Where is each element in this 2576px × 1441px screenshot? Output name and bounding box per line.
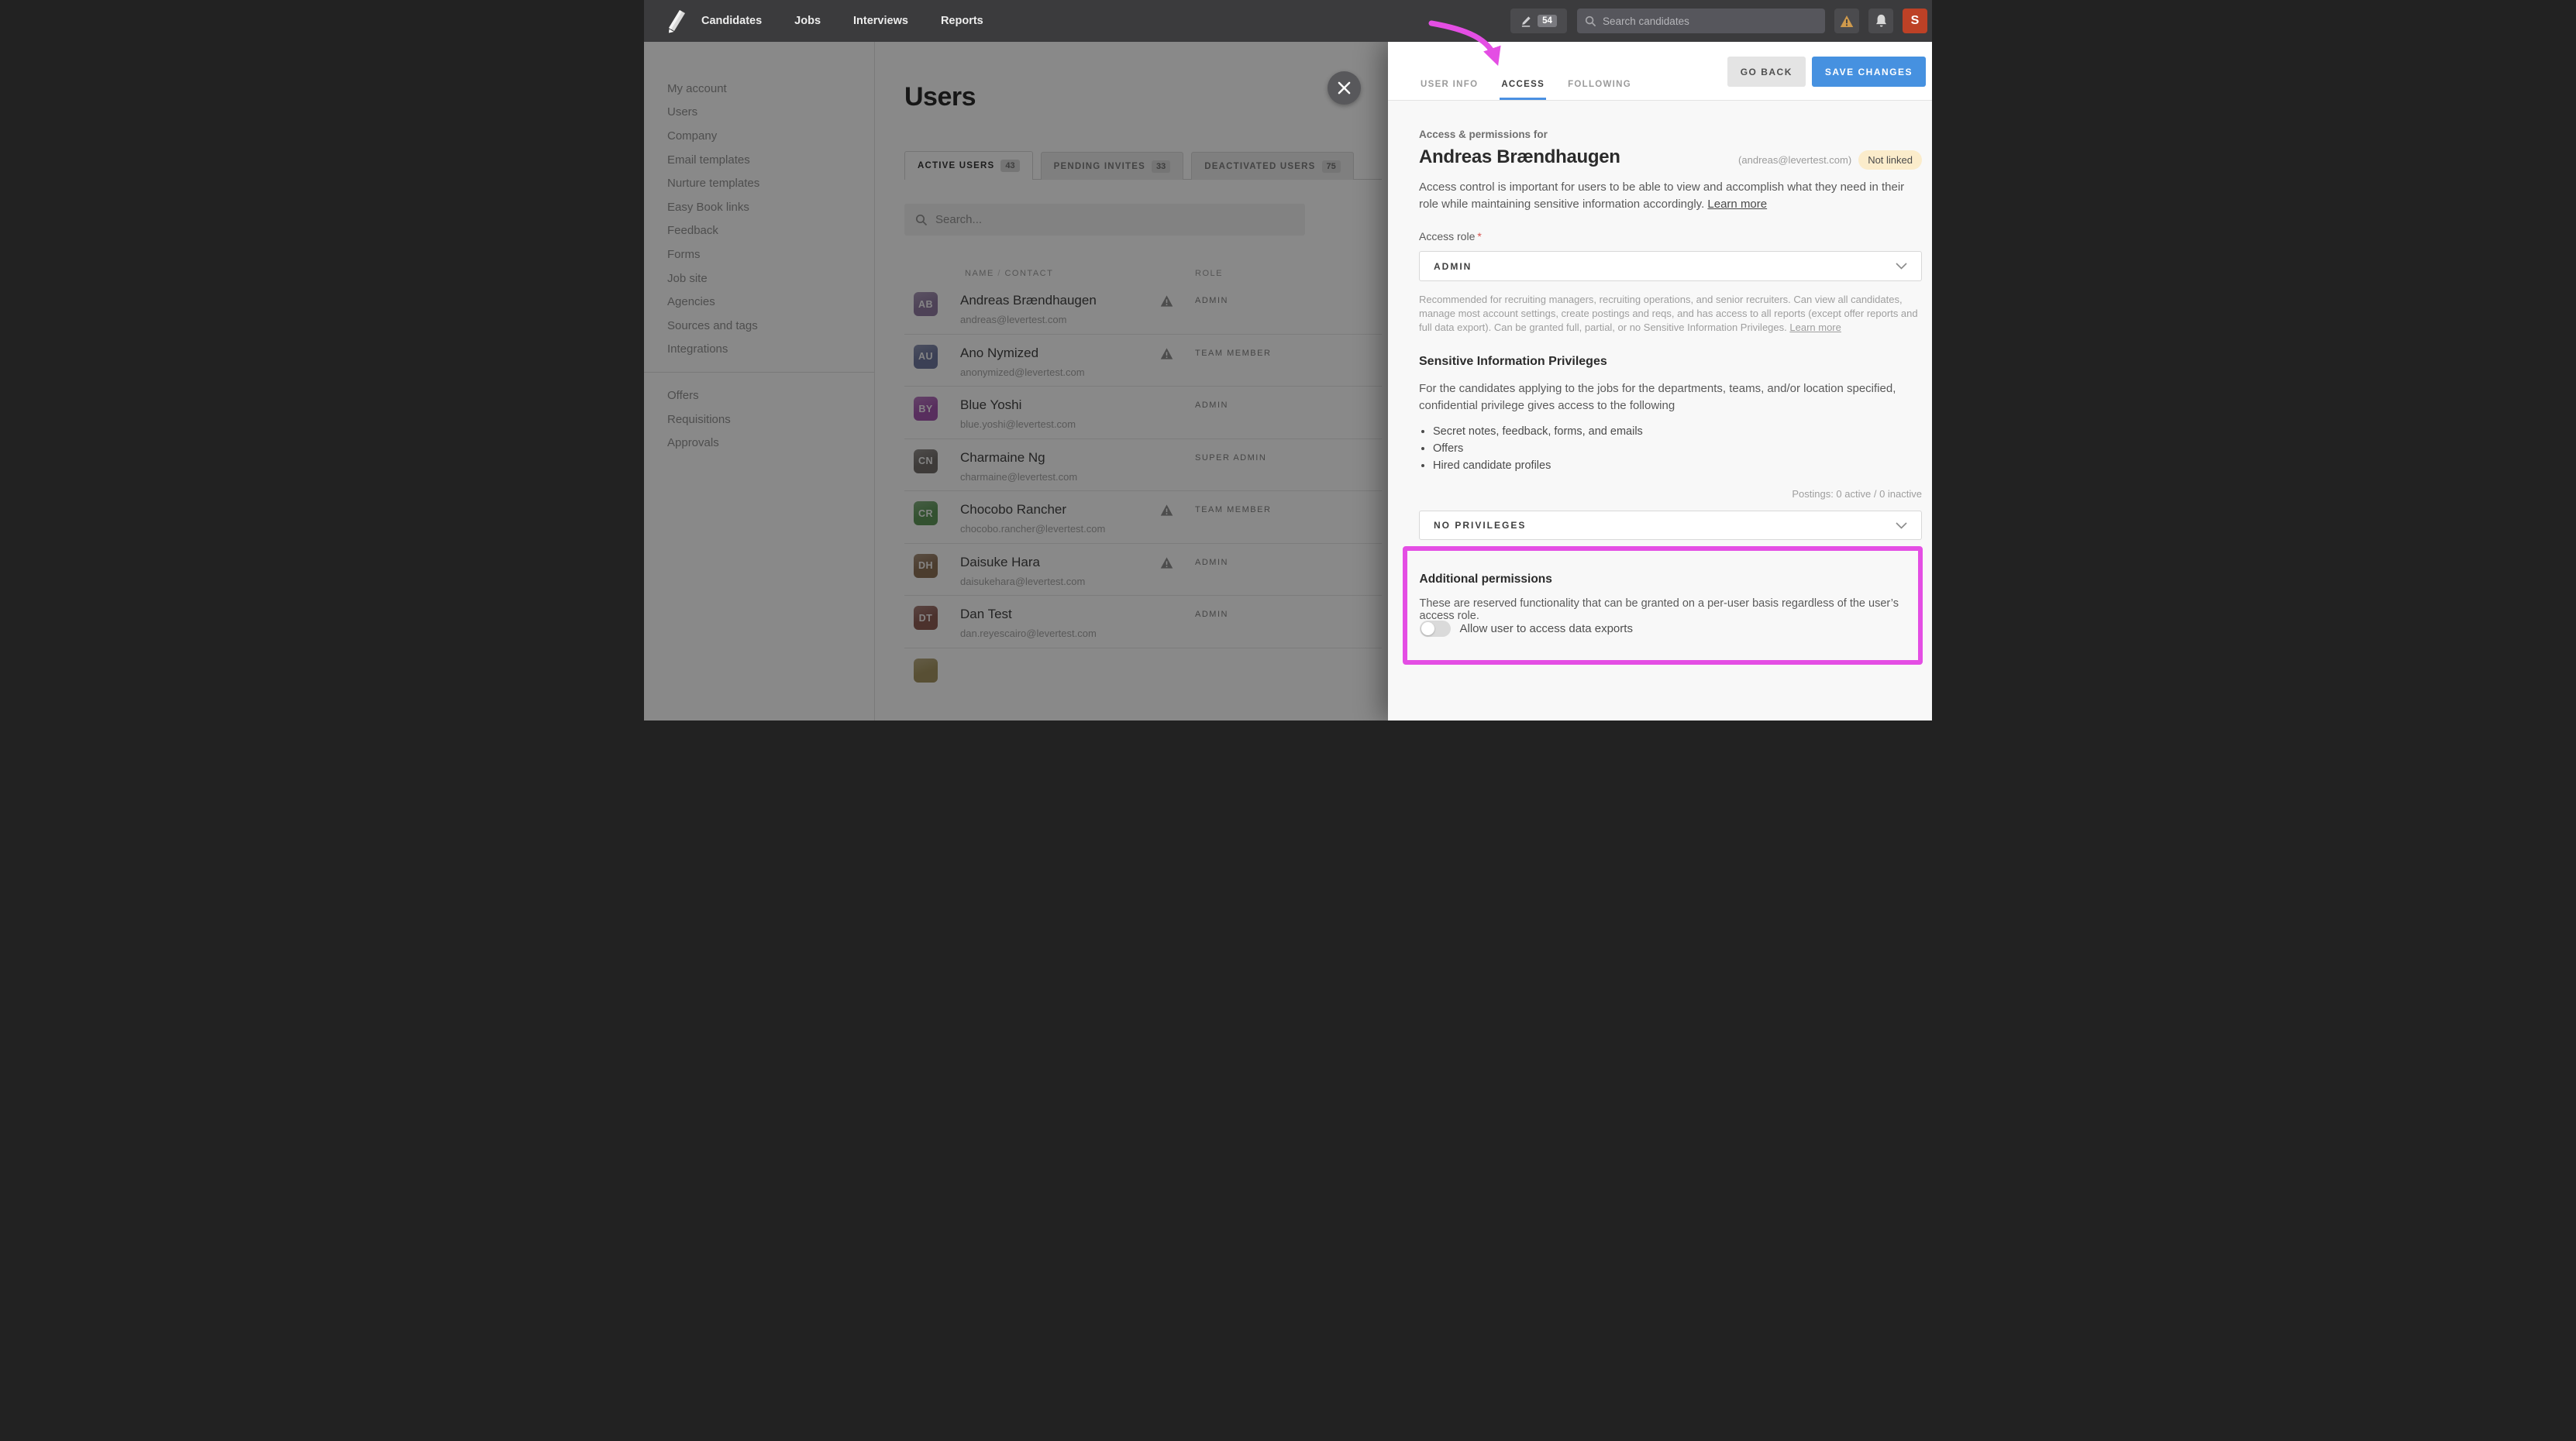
bell-icon [1875,14,1888,28]
alerts-button[interactable] [1834,9,1859,33]
nav-item-interviews[interactable]: Interviews [853,15,908,27]
toggle-label: Allow user to access data exports [1460,622,1633,635]
panel-tabs: USER INFO ACCESS FOLLOWING [1419,80,1633,100]
privileges-value: NO PRIVILEGES [1434,520,1526,531]
sensitive-info-description: For the candidates applying to the jobs … [1419,380,1923,414]
tab-user-info[interactable]: USER INFO [1419,80,1479,100]
postings-note: Postings: 0 active / 0 inactive [1792,488,1922,500]
search-placeholder: Search candidates [1603,15,1689,27]
warning-triangle-icon [1840,15,1854,28]
access-permissions-panel: USER INFO ACCESS FOLLOWING GO BACK SAVE … [1388,42,1932,720]
panel-header: USER INFO ACCESS FOLLOWING GO BACK SAVE … [1388,42,1932,101]
panel-user-email: (andreas@levertest.com) [1738,154,1851,166]
modal-backdrop[interactable] [644,42,1388,720]
panel-eyebrow: Access & permissions for [1419,129,1548,140]
user-avatar[interactable]: S [1903,9,1927,33]
close-icon [1338,81,1351,95]
list-item: Secret notes, feedback, forms, and email… [1433,423,1643,440]
nav-item-candidates[interactable]: Candidates [701,15,762,27]
additional-permissions-description: These are reserved functionality that ca… [1420,597,1900,622]
go-back-button[interactable]: GO BACK [1727,57,1806,87]
candidate-search-input[interactable]: Search candidates [1577,9,1825,33]
learn-more-link[interactable]: Learn more [1707,198,1767,211]
app-window: Candidates Jobs Interviews Reports 54 Se… [644,0,1932,720]
access-role-select[interactable]: ADMIN [1419,251,1922,281]
not-linked-badge: Not linked [1858,150,1922,170]
top-nav: Candidates Jobs Interviews Reports 54 Se… [644,0,1932,42]
drafts-count-badge: 54 [1538,15,1557,27]
access-intro-text: Access control is important for users to… [1419,179,1923,212]
learn-more-link[interactable]: Learn more [1789,322,1841,333]
chevron-down-icon [1896,522,1907,529]
close-button[interactable] [1328,71,1361,105]
nav-menu: Candidates Jobs Interviews Reports [701,0,983,42]
panel-user-name: Andreas Brændhaugen [1419,146,1620,168]
required-asterisk: * [1477,230,1481,242]
access-role-label: Access role* [1419,230,1482,242]
lever-logo-icon[interactable] [666,9,689,33]
access-role-help-text: Recommended for recruiting managers, rec… [1419,293,1923,335]
search-icon [1585,15,1596,27]
tab-access[interactable]: ACCESS [1500,80,1546,100]
nav-item-reports[interactable]: Reports [941,15,983,27]
sensitive-info-title: Sensitive Information Privileges [1419,355,1607,369]
pencil-icon [1520,15,1532,27]
chevron-down-icon [1896,263,1907,270]
drafts-button[interactable]: 54 [1510,9,1567,33]
toggle-knob [1421,622,1434,635]
data-exports-toggle[interactable] [1420,621,1451,637]
nav-item-jobs[interactable]: Jobs [794,15,821,27]
additional-permissions-highlight: Additional permissions These are reserve… [1403,546,1923,665]
tab-following[interactable]: FOLLOWING [1566,80,1633,100]
sensitive-info-list: Secret notes, feedback, forms, and email… [1419,423,1643,474]
privileges-select[interactable]: NO PRIVILEGES [1419,511,1922,540]
access-role-value: ADMIN [1434,261,1472,272]
list-item: Offers [1433,440,1643,457]
save-changes-button[interactable]: SAVE CHANGES [1812,57,1926,87]
additional-permissions-title: Additional permissions [1420,573,1552,586]
notifications-button[interactable] [1868,9,1893,33]
list-item: Hired candidate profiles [1433,457,1643,474]
